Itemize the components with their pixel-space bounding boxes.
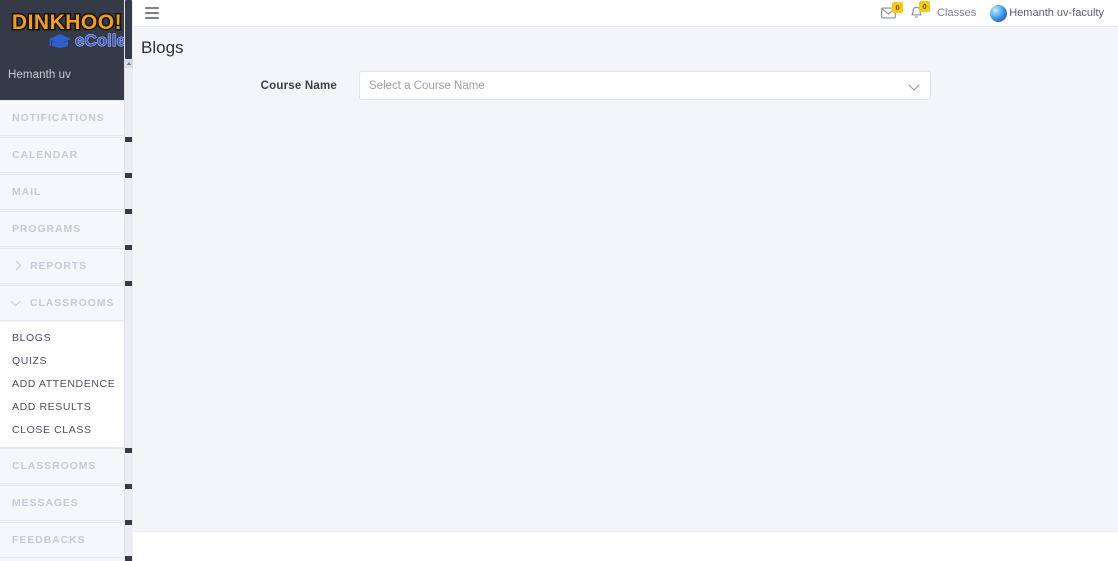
sidebar-subitem-quizs[interactable]: QUIZS: [0, 349, 133, 372]
sidebar-item-label: MAIL: [12, 186, 42, 198]
course-name-label: Course Name: [260, 79, 337, 92]
sidebar-item-messages[interactable]: MESSAGES: [0, 485, 133, 521]
sidebar-item-label: PROGRAMS: [12, 223, 82, 235]
hamburger-icon[interactable]: [145, 7, 159, 19]
sidebar-subnav-classrooms: BLOGS QUIZS ADD ATTENDENCE ADD RESULTS C…: [0, 322, 133, 448]
scrollbar-notch: [125, 484, 132, 489]
mail-badge: 0: [892, 2, 904, 13]
svg-text:eCollege: eCollege: [75, 31, 131, 50]
app-root: DINKHOO! eCollege Hemanth uv NOTIFICATIO…: [0, 0, 1118, 561]
sidebar-subitem-label: CLOSE CLASS: [12, 423, 92, 436]
sidebar-header: DINKHOO! eCollege Hemanth uv: [0, 0, 133, 100]
topbar-actions: 0 0 Classes Hemanth uv-faculty: [881, 1, 1104, 22]
sidebar-item-label: MESSAGES: [12, 497, 79, 509]
user-menu-label: Hemanth uv-faculty: [1009, 7, 1104, 19]
sidebar-item-calendar[interactable]: CALENDAR: [0, 137, 133, 173]
scrollbar-notch: [125, 173, 132, 178]
sidebar-item-mail[interactable]: MAIL: [0, 174, 133, 210]
topbar: 0 0 Classes Hemanth uv-faculty: [133, 0, 1118, 27]
sidebar-item-label: CLASSROOMS: [30, 297, 115, 309]
brand-logo[interactable]: DINKHOO! eCollege: [0, 0, 133, 57]
sidebar: DINKHOO! eCollege Hemanth uv NOTIFICATIO…: [0, 0, 134, 561]
user-menu[interactable]: Hemanth uv-faculty: [990, 4, 1104, 22]
sidebar-item-reports[interactable]: REPORTS: [0, 248, 133, 284]
sidebar-user-name: Hemanth uv: [8, 69, 72, 81]
sidebar-item-classrooms-2[interactable]: CLASSROOMS: [0, 448, 133, 484]
sidebar-item-notifications[interactable]: NOTIFICATIONS: [0, 100, 133, 136]
chevron-down-icon: [909, 80, 920, 91]
sidebar-subitem-blogs[interactable]: BLOGS: [0, 326, 133, 349]
chevron-right-icon: [11, 260, 23, 272]
notifications-badge: 0: [919, 1, 931, 12]
content-area: Blogs Course Name Select a Course Name: [133, 27, 1118, 532]
sidebar-scrollbar[interactable]: [124, 0, 134, 561]
scrollbar-notch: [125, 520, 132, 525]
sidebar-scrollbar-thumb[interactable]: [125, 0, 132, 59]
sidebar-item-programs[interactable]: PROGRAMS: [0, 211, 133, 247]
content-bottom-divider: [133, 531, 1118, 532]
sidebar-item-label: CLASSROOMS: [12, 460, 97, 472]
sidebar-item-feedbacks[interactable]: FEEDBACKS: [0, 522, 133, 558]
sidebar-nav: NOTIFICATIONS CALENDAR MAIL PROGRAMS REP…: [0, 100, 133, 558]
mail-button[interactable]: 0: [881, 2, 904, 19]
avatar: [990, 4, 1008, 22]
classes-link[interactable]: Classes: [937, 7, 976, 19]
scrollbar-notch: [125, 245, 132, 250]
sidebar-subitem-label: ADD ATTENDENCE: [12, 377, 116, 390]
sidebar-subitem-label: QUIZS: [12, 354, 48, 367]
scrollbar-notch: [125, 448, 132, 453]
sidebar-item-label: FEEDBACKS: [12, 534, 86, 546]
sidebar-item-label: CALENDAR: [12, 149, 79, 161]
notifications-button[interactable]: 0: [910, 1, 931, 20]
sidebar-subitem-add-results[interactable]: ADD RESULTS: [0, 395, 133, 418]
main-region: 0 0 Classes Hemanth uv-faculty Blogs Cou…: [133, 0, 1118, 561]
course-name-select-placeholder: Select a Course Name: [369, 79, 485, 92]
scrollbar-notch: [125, 556, 132, 561]
course-name-select[interactable]: Select a Course Name: [359, 71, 931, 100]
sidebar-subitem-add-attendence[interactable]: ADD ATTENDENCE: [0, 372, 133, 395]
sidebar-item-classrooms[interactable]: CLASSROOMS: [0, 285, 133, 321]
logo-svg: DINKHOO! eCollege: [10, 9, 131, 50]
sidebar-subitem-label: BLOGS: [12, 331, 52, 344]
scrollbar-notch: [125, 137, 132, 142]
scrollbar-notch: [125, 209, 132, 214]
sidebar-subitem-close-class[interactable]: CLOSE CLASS: [0, 418, 133, 441]
page-title: Blogs: [141, 38, 184, 57]
chevron-down-icon: [11, 297, 23, 309]
sidebar-item-label: NOTIFICATIONS: [12, 112, 105, 124]
sidebar-subitem-label: ADD RESULTS: [12, 400, 92, 413]
course-name-row: Course Name Select a Course Name: [133, 71, 1118, 100]
sidebar-item-label: REPORTS: [30, 260, 88, 272]
scrollbar-notch: [125, 281, 132, 286]
